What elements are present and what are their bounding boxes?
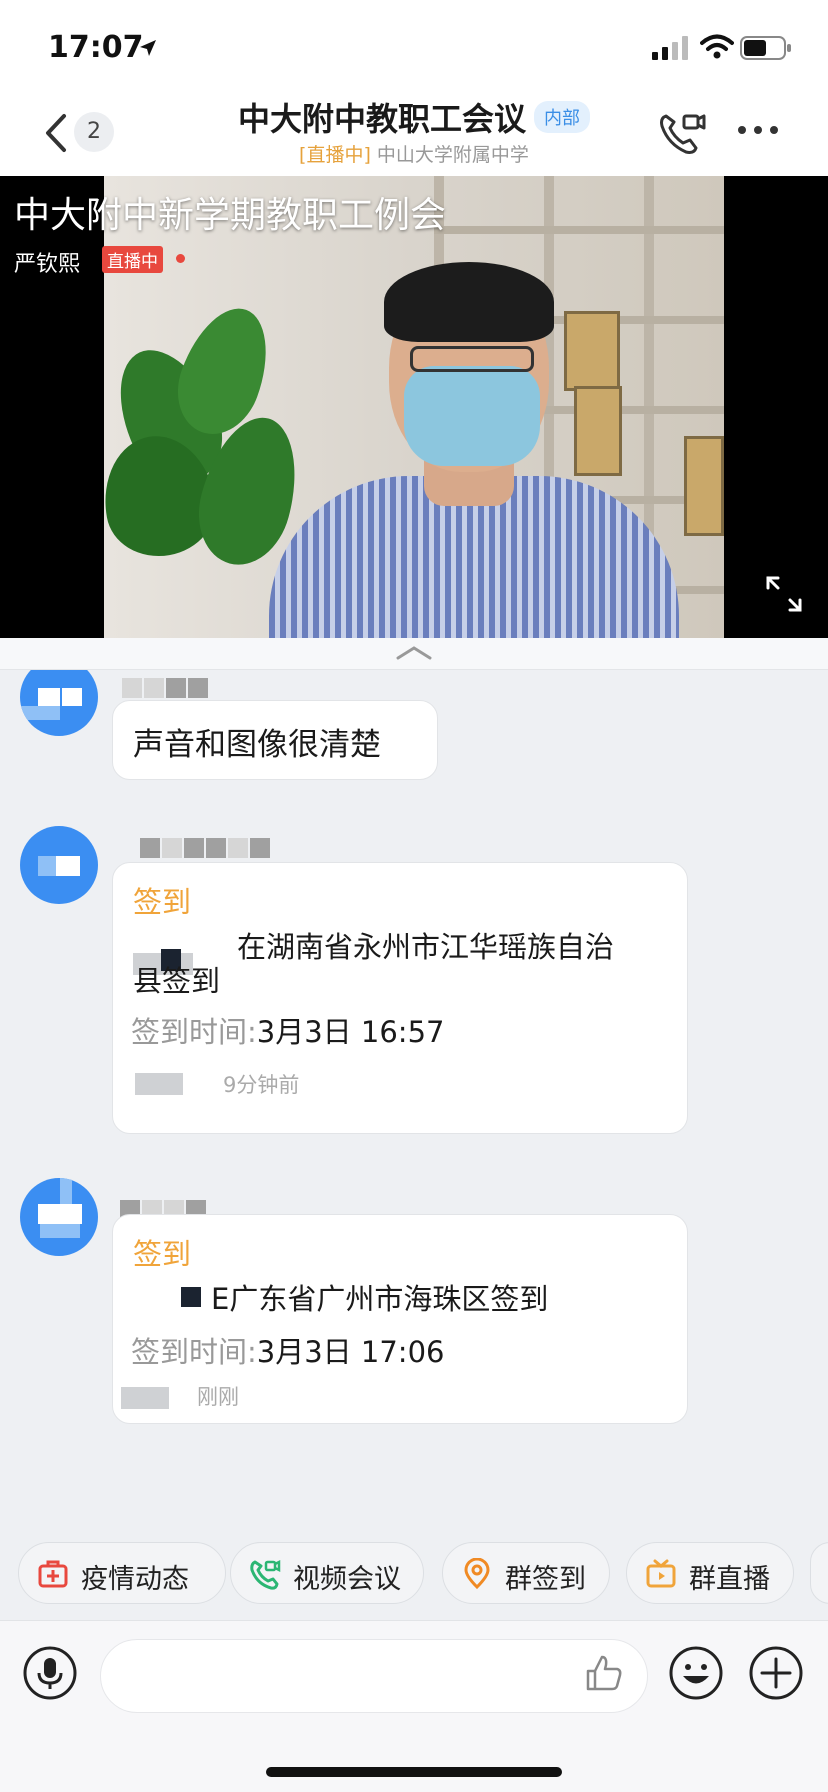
signin-time: 签到时间:3月3日 17:06: [131, 1329, 444, 1371]
tv-icon: [646, 1559, 676, 1588]
video-call-icon: [250, 1559, 281, 1590]
live-indicator-dot: [176, 254, 185, 263]
voice-input-icon[interactable]: [22, 1645, 78, 1701]
collapse-video-handle[interactable]: [0, 638, 828, 670]
organization-name: 中山大学附属中学: [376, 144, 529, 166]
sender-name-redacted: [122, 678, 210, 698]
location-arrow-icon: [140, 40, 156, 56]
epidemic-news-button[interactable]: 疫情动态: [18, 1542, 226, 1604]
first-aid-icon: [38, 1560, 68, 1588]
signin-location-cont: 县签到: [133, 964, 221, 998]
chevron-up-icon[interactable]: [396, 644, 432, 662]
location-pin-icon: [464, 1558, 490, 1590]
signin-time-label: 签到时间:: [131, 1015, 257, 1049]
signin-location: 在湖南省永州市江华瑶族自治: [237, 930, 615, 964]
signin-card[interactable]: 签到 E广东省广州市海珠区签到 签到时间:3月3日 17:06 刚刚: [112, 1214, 688, 1424]
fullscreen-icon[interactable]: [764, 574, 804, 614]
quick-action-bar: 疫情动态 视频会议 群签到 群直播: [0, 1530, 828, 1620]
presenter-name: 严钦熙: [14, 252, 81, 277]
signin-relative-time: 9分钟前: [223, 1073, 300, 1097]
more-options-icon[interactable]: [736, 124, 780, 136]
signin-card-title: 签到: [133, 885, 192, 919]
wifi-icon: [700, 34, 734, 59]
plus-icon[interactable]: [748, 1645, 804, 1701]
message-input-bar: [0, 1620, 828, 1792]
group-live-button[interactable]: 群直播: [626, 1542, 794, 1604]
live-title: 中大附中新学期教职工例会: [14, 195, 447, 236]
live-status-label: [直播中]: [299, 144, 371, 166]
signin-card[interactable]: 签到 在湖南省永州市江华瑶族自治 县签到 签到时间:3月3日 16:57 9分钟…: [112, 862, 688, 1134]
quick-action-label: 群直播: [689, 1564, 770, 1595]
avatar[interactable]: [20, 1178, 98, 1256]
message-input[interactable]: [100, 1639, 648, 1713]
emoji-icon[interactable]: [668, 1645, 724, 1701]
quick-action-label: 疫情动态: [81, 1564, 189, 1595]
signin-time-value: 3月3日 17:06: [256, 1335, 445, 1369]
phone-video-icon[interactable]: [656, 110, 708, 158]
chat-header: 2 中大附中教职工会议 内部 [直播中] 中山大学附属中学: [0, 90, 828, 176]
status-bar: 17:07: [0, 0, 828, 90]
battery-icon: [740, 36, 791, 60]
group-signin-button[interactable]: 群签到: [442, 1542, 610, 1604]
message-list[interactable]: 声音和图像很清楚 签到 在湖南省永州市江华瑶族自治 县签到 签到时间:3月3日 …: [0, 670, 828, 1530]
thumbs-up-icon[interactable]: [582, 1651, 626, 1695]
quick-action-label: 视频会议: [293, 1564, 401, 1595]
avatar[interactable]: [20, 826, 98, 904]
clock: 17:07: [48, 30, 144, 65]
group-title-text: 中大附中教职工会议: [237, 100, 526, 138]
signin-location: E广东省广州市海珠区签到: [211, 1282, 549, 1316]
internal-badge: 内部: [534, 101, 590, 133]
signin-time-value: 3月3日 16:57: [256, 1015, 445, 1049]
signin-card-title: 签到: [133, 1237, 192, 1271]
video-meeting-button[interactable]: 视频会议: [230, 1542, 424, 1604]
signin-time: 签到时间:3月3日 16:57: [131, 1009, 444, 1051]
signin-time-label: 签到时间:: [131, 1335, 257, 1369]
signin-relative-time: 刚刚: [197, 1385, 239, 1409]
message-text: 声音和图像很清楚: [133, 727, 381, 763]
cellular-signal-icon: [652, 36, 688, 60]
quick-action-label: 群签到: [505, 1564, 586, 1595]
video-frame: [104, 176, 724, 638]
home-indicator: [266, 1767, 562, 1777]
sender-name-redacted: [140, 838, 272, 858]
avatar[interactable]: [20, 670, 98, 736]
message-bubble[interactable]: 声音和图像很清楚: [112, 700, 438, 780]
live-video-player[interactable]: 中大附中新学期教职工例会 严钦熙 直播中: [0, 176, 828, 638]
live-badge: 直播中: [102, 246, 163, 273]
more-quick-actions[interactable]: [810, 1542, 828, 1604]
